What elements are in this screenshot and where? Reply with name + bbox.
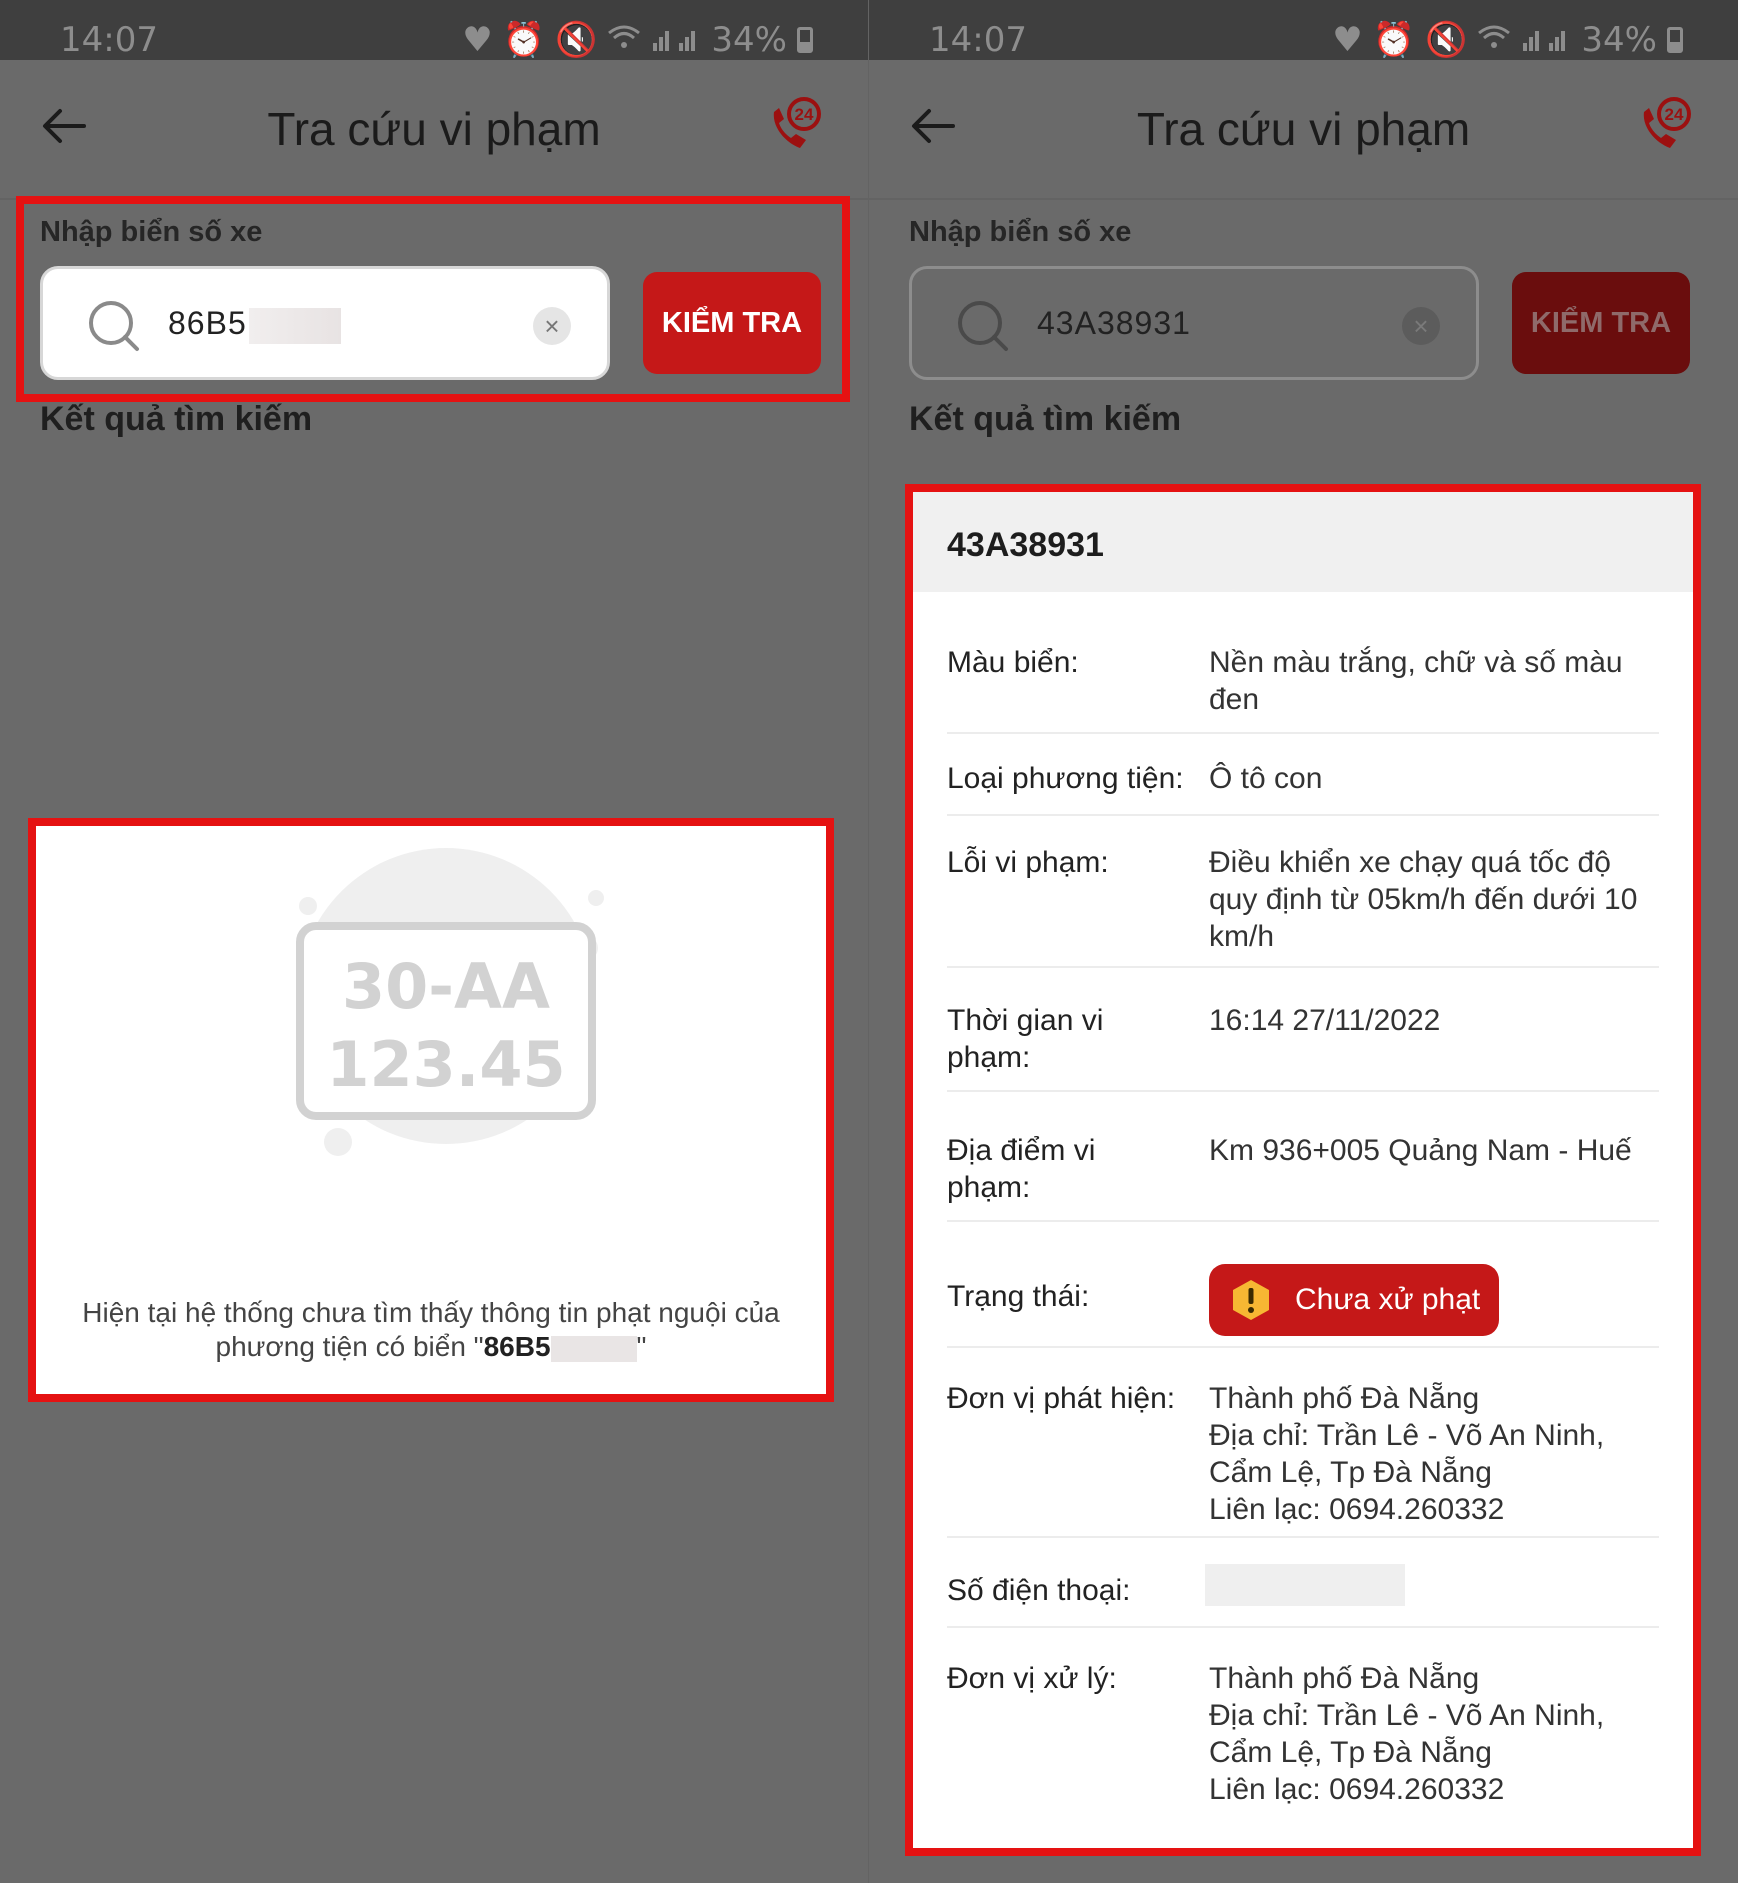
row-value: Nền màu trắng, chữ và số màu đen bbox=[1209, 646, 1623, 716]
status-bar: 14:07 ♥ ⏰ 🔇 34% bbox=[869, 0, 1738, 60]
row-detecting-unit: Đơn vị phát hiện: Thành phố Đà Nẵng Địa … bbox=[947, 1380, 1659, 1538]
search-icon bbox=[958, 301, 1008, 351]
battery-percent: 34% bbox=[1581, 20, 1657, 60]
phone-redacted bbox=[1205, 1564, 1405, 1606]
battery-icon bbox=[797, 27, 813, 53]
results-title: Kết quả tìm kiếm bbox=[40, 400, 313, 438]
row-label: Thời gian vi phạm: bbox=[947, 1004, 1104, 1074]
svg-text:24: 24 bbox=[1665, 105, 1684, 124]
left-screen: 14:07 ♥ ⏰ 🔇 34% Tra cứu vi phạm 24 Nhập … bbox=[0, 0, 868, 1883]
clear-icon[interactable]: × bbox=[1402, 307, 1440, 345]
plate-search-field[interactable]: 43A38931 × bbox=[909, 266, 1479, 380]
row-value: Km 936+005 Quảng Nam - Huế bbox=[1209, 1134, 1632, 1167]
illustration-line-2: 123.45 bbox=[326, 1028, 565, 1101]
svg-text:24: 24 bbox=[795, 105, 814, 124]
battery-percent: 34% bbox=[711, 20, 787, 60]
right-screen: 14:07 ♥ ⏰ 🔇 34% Tra cứu vi phạm 24 Nhập … bbox=[869, 0, 1738, 1883]
row-label: Trạng thái: bbox=[947, 1280, 1090, 1313]
page-title: Tra cứu vi phạm bbox=[1136, 103, 1471, 155]
status-icons: ♥ ⏰ 🔇 34% bbox=[1332, 20, 1683, 60]
result-card-header: 43A38931 bbox=[913, 492, 1693, 592]
row-value: Thành phố Đà Nẵng Địa chỉ: Trần Lê - Võ … bbox=[1209, 1382, 1605, 1526]
check-button[interactable]: KIỂM TRA bbox=[1512, 272, 1690, 374]
wifi-icon bbox=[607, 20, 641, 60]
row-violation-time: Thời gian vi phạm: 16:14 27/11/2022 bbox=[947, 1002, 1659, 1092]
row-label: Số điện thoại: bbox=[947, 1574, 1131, 1607]
result-plate-number: 43A38931 bbox=[947, 526, 1104, 564]
row-violation-location: Địa điểm vi phạm: Km 936+005 Quảng Nam -… bbox=[947, 1132, 1659, 1222]
alarm-icon: ⏰ bbox=[502, 20, 546, 60]
wifi-icon bbox=[1477, 20, 1511, 60]
status-time: 14:07 bbox=[929, 20, 1027, 60]
row-value: Thành phố Đà Nẵng Địa chỉ: Trần Lê - Võ … bbox=[1209, 1662, 1605, 1806]
row-value: Điều khiển xe chạy quá tốc độ quy định t… bbox=[1209, 846, 1638, 953]
status-text: Chưa xử phạt bbox=[1295, 1283, 1481, 1316]
row-label: Đơn vị xử lý: bbox=[947, 1662, 1117, 1695]
row-label: Đơn vị phát hiện: bbox=[947, 1382, 1176, 1415]
alarm-icon: ⏰ bbox=[1372, 20, 1416, 60]
row-label: Lỗi vi phạm: bbox=[947, 846, 1109, 879]
heart-icon: ♥ bbox=[462, 20, 493, 60]
row-label: Loại phương tiện: bbox=[947, 762, 1184, 795]
mute-icon: 🔇 bbox=[1425, 20, 1468, 60]
signal-icon bbox=[1521, 20, 1571, 60]
violation-result-card: 43A38931 Màu biển: Nền màu trắng, chữ và… bbox=[905, 484, 1701, 1856]
row-value: Ô tô con bbox=[1209, 762, 1323, 795]
status-badge: Chưa xử phạt bbox=[1209, 1264, 1499, 1336]
status-icons: ♥ ⏰ 🔇 34% bbox=[462, 20, 813, 60]
illustration-line-1: 30-AA bbox=[342, 950, 550, 1023]
row-plate-color: Màu biển: Nền màu trắng, chữ và số màu đ… bbox=[947, 644, 1659, 734]
mute-icon: 🔇 bbox=[555, 20, 598, 60]
hotline-24-icon[interactable]: 24 bbox=[766, 96, 826, 156]
highlight-box-input bbox=[16, 196, 850, 402]
results-title: Kết quả tìm kiếm bbox=[909, 400, 1182, 438]
row-phone: Số điện thoại: bbox=[947, 1564, 1659, 1628]
row-label: Màu biển: bbox=[947, 646, 1079, 679]
heart-icon: ♥ bbox=[1332, 20, 1363, 60]
app-bar: Tra cứu vi phạm 24 bbox=[0, 60, 868, 200]
status-bar: 14:07 ♥ ⏰ 🔇 34% bbox=[0, 0, 868, 60]
row-status: Trạng thái: Chưa xử phạt bbox=[947, 1264, 1659, 1348]
plate-input-label: Nhập biển số xe bbox=[909, 216, 1132, 248]
license-plate-illustration: 30-AA 123.45 bbox=[296, 848, 604, 1156]
signal-icon bbox=[651, 20, 701, 60]
hotline-24-icon[interactable]: 24 bbox=[1636, 96, 1696, 156]
row-vehicle-type: Loại phương tiện: Ô tô con bbox=[947, 760, 1659, 816]
warning-icon bbox=[1233, 1280, 1269, 1320]
empty-result-card: 30-AA 123.45 Hiện tại hệ thống chưa tìm … bbox=[28, 818, 834, 1402]
battery-icon bbox=[1667, 27, 1683, 53]
page-title: Tra cứu vi phạm bbox=[267, 103, 601, 155]
plate-input-value[interactable]: 43A38931 bbox=[1037, 305, 1191, 342]
app-bar: Tra cứu vi phạm 24 bbox=[869, 60, 1738, 200]
status-time: 14:07 bbox=[60, 20, 158, 60]
row-label: Địa điểm vi phạm: bbox=[947, 1134, 1096, 1204]
row-processing-unit: Đơn vị xử lý: Thành phố Đà Nẵng Địa chỉ:… bbox=[947, 1660, 1659, 1810]
row-violation: Lỗi vi phạm: Điều khiển xe chạy quá tốc … bbox=[947, 844, 1659, 968]
row-value: 16:14 27/11/2022 bbox=[1209, 1004, 1441, 1037]
empty-result-message: Hiện tại hệ thống chưa tìm thấy thông ti… bbox=[82, 1297, 780, 1362]
